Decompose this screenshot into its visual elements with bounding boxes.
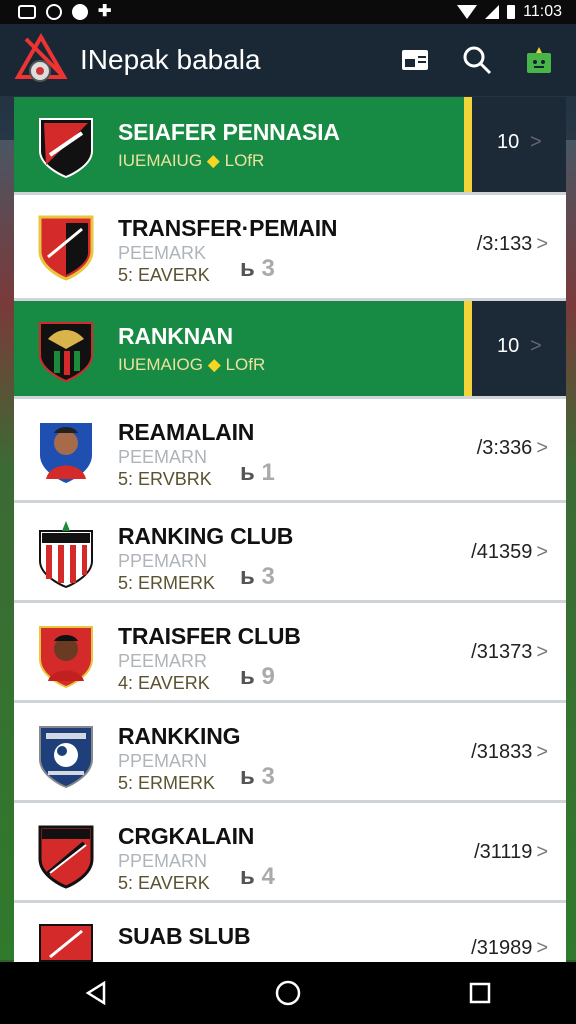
list-item-featured[interactable]: SEIAFER PENNASIA IUEMAIUG ◆ LOfR 10 > — [14, 97, 566, 195]
list-item[interactable]: CRGKALAIN PPEMARN 5: EAVERK ь 4 /31119 > — [14, 803, 566, 903]
list-item[interactable]: RANKING CLUB PPEMARN 5: ERMERK ь 3 /4135… — [14, 503, 566, 603]
row-title: TRAISFER CLUB — [118, 623, 301, 649]
row-subtitle: IUEMAIOG ◆ LOfR — [118, 355, 266, 374]
row-sub2: 5: EAVERK — [118, 265, 210, 285]
row-sub1: PEEMARN — [118, 447, 208, 467]
status-bar: ✚ 11:03 — [0, 0, 576, 24]
battery-icon — [507, 5, 516, 19]
row-sub2: 5: ERVBRK — [118, 469, 212, 489]
row-rank: ь 3 — [240, 763, 275, 790]
row-score: /3:133 > — [476, 233, 548, 255]
chevron-right-icon: > — [536, 437, 548, 459]
dot-icon — [72, 4, 88, 20]
chevron-right-icon: > — [536, 641, 548, 663]
recents-icon[interactable] — [460, 973, 500, 1013]
row-title: RANKKING — [118, 723, 241, 749]
club-badge-icon — [36, 417, 96, 483]
row-value: 10 — [497, 131, 520, 153]
club-badge-icon — [36, 319, 96, 385]
list-item[interactable]: SUAB SLUB /31989 > — [14, 903, 566, 963]
row-score: /41359 > — [471, 541, 548, 563]
chevron-right-icon: > — [536, 841, 548, 863]
club-badge-icon — [36, 621, 96, 689]
navigation-bar — [0, 962, 576, 1024]
app-title: INepak babala — [80, 44, 261, 75]
list-item[interactable]: TRANSFER·PEMAIN PEEMARK 5: EAVERK ь 3 /3… — [14, 195, 566, 301]
row-score: /31119 > — [474, 841, 548, 863]
club-badge-icon — [36, 721, 96, 789]
chevron-right-icon: > — [536, 741, 548, 763]
row-title: RANKNAN — [118, 323, 233, 349]
list-item[interactable]: RANKKING PPEMARN 5: ERMERK ь 3 /31833 > — [14, 703, 566, 803]
club-badge-icon — [36, 115, 96, 181]
value-panel: 10 > — [472, 97, 566, 192]
row-title: CRGKALAIN — [118, 823, 255, 849]
row-sub1: PPEMARN — [118, 751, 208, 771]
row-score: /3:336 > — [476, 437, 548, 459]
row-title: SUAB SLUB — [118, 923, 251, 949]
row-rank: ь 4 — [240, 863, 275, 890]
club-badge-icon — [36, 821, 96, 889]
row-sub2: 5: ERMERK — [118, 573, 216, 593]
row-sub1: PEEMARK — [118, 243, 207, 263]
plus-icon: ✚ — [98, 3, 112, 20]
chevron-right-icon: > — [530, 131, 542, 153]
background-stadium-left — [0, 140, 14, 960]
chevron-right-icon: > — [536, 541, 548, 563]
row-score: /31833 > — [471, 741, 548, 763]
club-badge-icon — [36, 213, 96, 281]
row-value: 10 — [497, 335, 520, 357]
row-sub2: 5: ERMERK — [118, 773, 216, 793]
row-subtitle: IUEMAIUG ◆ LOfR — [118, 151, 265, 170]
accent-stripe — [464, 97, 472, 192]
chevron-right-icon: > — [530, 335, 542, 357]
row-rank: ь 9 — [240, 663, 275, 690]
club-badge-icon — [36, 521, 96, 589]
row-score: /31373 > — [471, 641, 548, 663]
search-icon[interactable] — [462, 45, 492, 75]
app-bar: INepak babala — [0, 24, 576, 96]
row-title: REAMALAIN — [118, 419, 255, 445]
ranking-list: SEIAFER PENNASIA IUEMAIUG ◆ LOfR 10 > TR… — [14, 97, 566, 963]
back-icon[interactable] — [76, 973, 116, 1013]
home-icon[interactable] — [268, 973, 308, 1013]
list-item-featured[interactable]: RANKNAN IUEMAIOG ◆ LOfR 10 > — [14, 301, 566, 399]
status-time: 11:03 — [523, 3, 562, 20]
row-title: SEIAFER PENNASIA — [118, 119, 340, 145]
chevron-right-icon: > — [536, 233, 548, 255]
wifi-icon — [457, 5, 478, 19]
row-rank: ь 3 — [240, 563, 275, 590]
row-title: TRANSFER·PEMAIN — [118, 215, 338, 241]
gallery-icon — [18, 5, 36, 19]
row-sub1: PPEMARN — [118, 551, 208, 571]
value-panel: 10 > — [472, 301, 566, 396]
row-sub1: PPEMARN — [118, 851, 208, 871]
row-score: /31989 > — [471, 937, 548, 959]
circle-icon — [46, 4, 62, 20]
row-rank: ь 3 — [240, 255, 275, 282]
app-logo-icon[interactable] — [12, 31, 70, 89]
row-sub1: PEEMARR — [118, 651, 208, 671]
list-item[interactable]: REAMALAIN PEEMARN 5: ERVBRK ь 1 /3:336 > — [14, 399, 566, 503]
gift-icon[interactable] — [524, 45, 554, 75]
chevron-right-icon: > — [536, 937, 548, 959]
row-sub2: 4: EAVERK — [118, 673, 210, 693]
accent-stripe — [464, 301, 472, 396]
row-sub2: 5: EAVERK — [118, 873, 210, 893]
list-item[interactable]: TRAISFER CLUB PEEMARR 4: EAVERK ь 9 /313… — [14, 603, 566, 703]
signal-icon — [485, 5, 500, 19]
card-icon[interactable] — [400, 45, 430, 75]
row-rank: ь 1 — [240, 459, 275, 486]
row-title: RANKING CLUB — [118, 523, 294, 549]
